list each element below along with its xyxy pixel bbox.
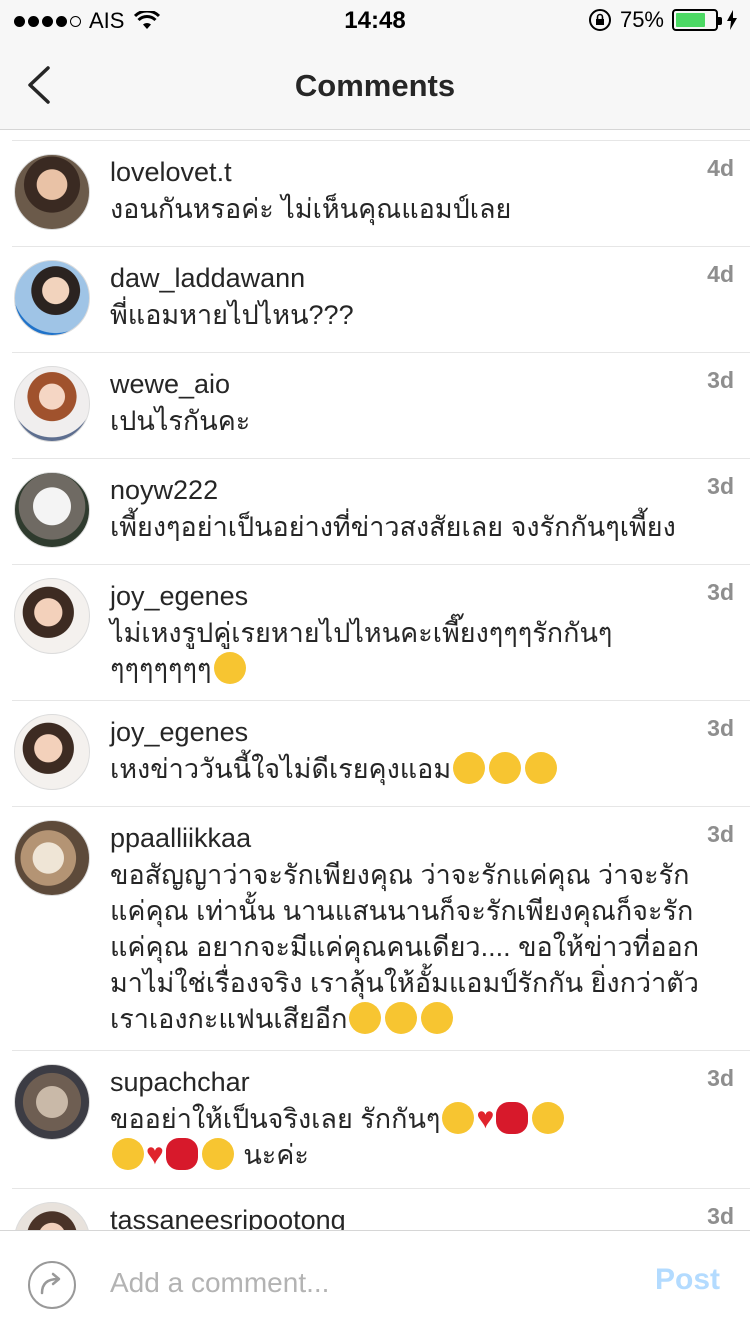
divider (12, 130, 750, 141)
avatar[interactable] (14, 820, 90, 896)
comment-timestamp: 3d (707, 473, 734, 499)
comment-text: ขอสัญญาว่าจะรักเพียงคุณ ว่าจะรักแค่คุณ ว… (110, 857, 710, 1037)
comment-input[interactable] (110, 1261, 610, 1305)
comment-timestamp: 4d (707, 261, 734, 287)
comment-username[interactable]: joy_egenes (110, 579, 710, 613)
comment-text-line: ไม่เหงรูปคู่เรยหายไปไหนคะเพี๊ยงๆๆๆรักกัน… (110, 618, 613, 648)
person-emoji-icon (112, 1138, 144, 1170)
comment-timestamp: 3d (707, 1065, 734, 1091)
comment-timestamp: 3d (707, 579, 734, 605)
comment-username[interactable]: joy_egenes (110, 715, 710, 749)
comment-timestamp: 3d (707, 821, 734, 847)
crying-emoji-icon (421, 1002, 454, 1034)
comment-item: joy_egenes เหงข่าววันนี้ใจไม่ดีเรยคุงแอม… (12, 701, 750, 807)
comment-timestamp: 3d (707, 1203, 734, 1229)
comment-username[interactable]: supachchar (110, 1065, 710, 1099)
comment-text: งอนกันหรอค่ะ ไม่เห็นคุณแอมป์เลย (110, 194, 512, 224)
comment-text: เหงข่าววันนี้ใจไม่ดีเรยคุงแอม (110, 751, 710, 787)
comment-item: joy_egenes ไม่เหงรูปคู่เรยหายไปไหนคะเพี๊… (12, 565, 750, 701)
tears-of-joy-emoji-icon (349, 1002, 382, 1034)
frowning-emoji-icon (385, 1002, 418, 1034)
comment-item: tassaneesripootong 3d (12, 1189, 750, 1230)
person-emoji-icon (201, 1138, 234, 1170)
rotation-lock-icon (588, 9, 611, 31)
heart-emoji-icon: ♥ (146, 1138, 164, 1171)
comment-username[interactable]: lovelovet.t (110, 155, 710, 189)
person-emoji-icon (532, 1102, 565, 1134)
comment-text: พี่แอมหายไปไหน??? (110, 300, 354, 330)
comment-item: supachchar ขออย่าให้เป็นจริงเลย รักกันๆ ♥… (12, 1051, 750, 1189)
comment-username[interactable]: tassaneesripootong (110, 1203, 710, 1230)
post-button[interactable]: Post (655, 1263, 720, 1297)
grimacing-emoji-icon (489, 752, 522, 784)
comment-timestamp: 4d (707, 155, 734, 181)
comment-text-line: ๆๆๆๆๆๆๆ (110, 654, 212, 684)
comment-text: เปนไรกันคะ (110, 406, 251, 436)
status-right: 75% (588, 7, 738, 33)
heart-emoji-icon: ♥ (476, 1102, 495, 1135)
kiss-mark-emoji-icon (496, 1102, 529, 1134)
avatar[interactable] (14, 578, 90, 654)
comment-text-line: ขออย่าให้เป็นจริงเลย รักกันๆ (110, 1104, 441, 1134)
comment-item: daw_laddawann พี่แอมหายไปไหน??? 4d (12, 247, 750, 353)
status-bar: AIS 14:48 75% (0, 0, 750, 40)
comment-username[interactable]: noyw222 (110, 473, 710, 507)
comment-text-line: เหงข่าววันนี้ใจไม่ดีเรยคุงแอม (110, 754, 452, 784)
page-title: Comments (294, 68, 456, 103)
avatar[interactable] (14, 1202, 90, 1230)
grimacing-emoji-icon (453, 752, 486, 784)
heart-eyes-emoji-icon (213, 652, 246, 684)
share-arrow-icon[interactable] (28, 1261, 76, 1309)
comment-text: เพี้ยงๆอย่าเป็นอย่างที่ข่าวสงสัยเลย จงรั… (110, 512, 676, 542)
comment-item: lovelovet.t งอนกันหรอค่ะ ไม่เห็นคุณแอมป์… (12, 141, 750, 247)
comment-username[interactable]: wewe_aio (110, 367, 710, 401)
grimacing-emoji-icon (525, 752, 558, 784)
avatar[interactable] (14, 472, 90, 548)
comment-list[interactable]: lovelovet.t งอนกันหรอค่ะ ไม่เห็นคุณแอมป์… (0, 130, 750, 1230)
battery-icon (672, 9, 722, 31)
avatar[interactable] (14, 154, 90, 230)
comment-input-bar: Post (0, 1230, 750, 1334)
avatar[interactable] (14, 260, 90, 336)
comment-text: ขออย่าให้เป็นจริงเลย รักกันๆ ♥ ♥ นะค่ะ (110, 1101, 710, 1173)
avatar[interactable] (14, 714, 90, 790)
comment-username[interactable]: ppaalliikkaa (110, 821, 710, 855)
comment-item: ppaalliikkaa ขอสัญญาว่าจะรักเพียงคุณ ว่า… (12, 807, 750, 1051)
comment-timestamp: 3d (707, 715, 734, 741)
avatar[interactable] (14, 366, 90, 442)
comment-username[interactable]: daw_laddawann (110, 261, 710, 295)
comment-text: ไม่เหงรูปคู่เรยหายไปไหนคะเพี๊ยงๆๆๆรักกัน… (110, 615, 710, 687)
comment-item: noyw222 เพี้ยงๆอย่าเป็นอย่างที่ข่าวสงสัย… (12, 459, 750, 565)
comment-item: wewe_aio เปนไรกันคะ 3d (12, 353, 750, 459)
person-emoji-icon (442, 1102, 475, 1134)
kiss-mark-emoji-icon (165, 1138, 198, 1170)
nav-bar: Comments (0, 40, 750, 130)
charging-bolt-icon (727, 10, 737, 30)
battery-percent: 75% (619, 7, 664, 32)
comment-text-line: นะค่ะ (243, 1140, 309, 1170)
avatar[interactable] (14, 1064, 90, 1140)
comment-timestamp: 3d (707, 367, 734, 393)
